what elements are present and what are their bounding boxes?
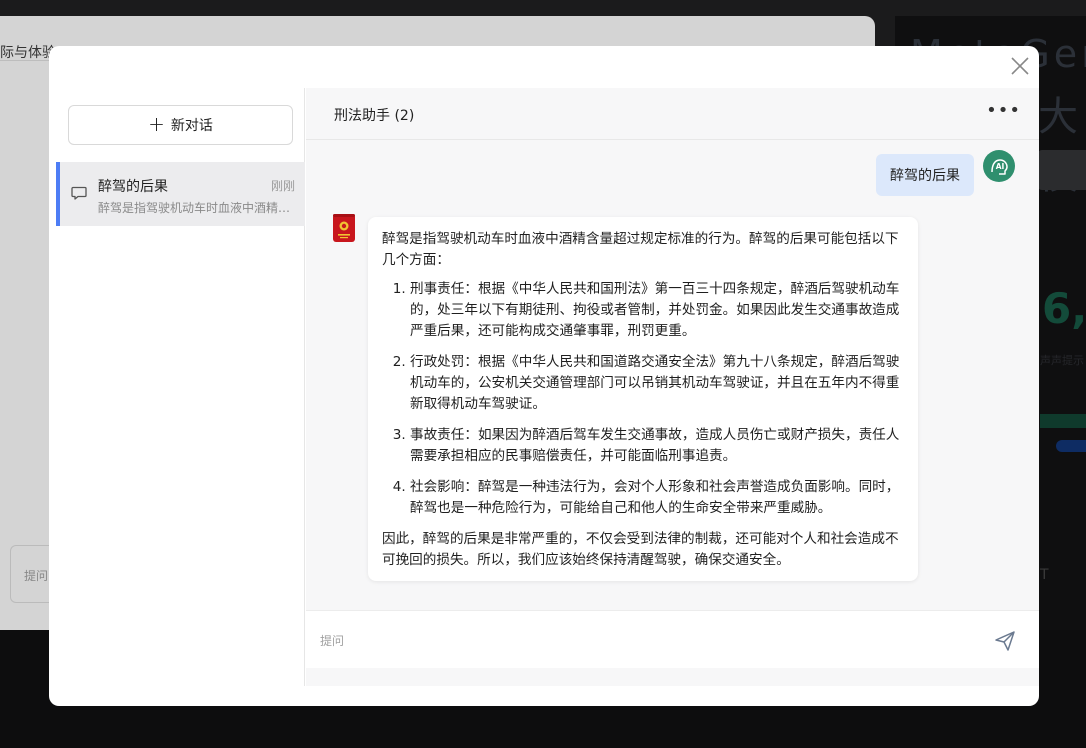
- conversation-item[interactable]: 醉驾的后果 刚刚 醉驾是指驾驶机动车时血液中酒精含量超过规定标准的行为。: [56, 162, 305, 226]
- user-avatar-label: AI: [996, 162, 1005, 171]
- background-input-placeholder: 提问: [24, 569, 49, 583]
- more-icon: •••: [986, 100, 1021, 121]
- chat-title: 刑法助手 (2): [334, 108, 415, 124]
- background-right-number: 6,8: [1042, 284, 1086, 333]
- background-right-box: [1038, 150, 1086, 190]
- chat-modal: + 新对话 醉驾的后果 刚刚 醉驾是指驾驶机动车时血液中酒精含量超过规定标准的行…: [49, 46, 1039, 706]
- more-options-button[interactable]: •••: [986, 102, 1021, 120]
- bot-message-point: 刑事责任：根据《中华人民共和国刑法》第一百三十四条规定，醉酒后驾驶机动车的，处三…: [410, 279, 904, 342]
- chat-bubble-icon: [71, 186, 87, 200]
- bot-message-point: 社会影响：醉驾是一种违法行为，会对个人形象和社会声誉造成负面影响。同时，醉驾也是…: [410, 477, 904, 519]
- user-avatar-icon: AI: [983, 150, 1015, 182]
- background-tab-text: 际与体验: [0, 45, 56, 61]
- background-right-letter: T: [1040, 567, 1049, 583]
- close-button[interactable]: [1007, 53, 1033, 79]
- new-chat-label: 新对话: [170, 118, 213, 134]
- conversation-title: 醉驾的后果: [98, 179, 168, 195]
- chat-input-area: [306, 610, 1039, 668]
- send-button[interactable]: [993, 629, 1017, 653]
- bot-message-conclusion: 因此，醉驾的后果是非常严重的，不仅会受到法律的制裁，还可能对个人和社会造成不可挽…: [382, 531, 899, 568]
- chat-header: 刑法助手 (2) •••: [306, 88, 1039, 140]
- new-chat-button[interactable]: + 新对话: [68, 105, 293, 145]
- close-icon: [1011, 57, 1029, 75]
- background-right-small-text: 声声提示: [1040, 354, 1084, 367]
- bot-message-list: 刑事责任：根据《中华人民共和国刑法》第一百三十四条规定，醉酒后驾驶机动车的，处三…: [410, 279, 904, 519]
- plus-icon: +: [148, 112, 165, 136]
- chat-main: 刑法助手 (2) ••• 醉驾的后果 AI 醉驾是指驾驶机动车时血液中酒精含量超…: [306, 88, 1039, 686]
- send-icon: [995, 631, 1015, 651]
- conversation-time: 刚刚: [270, 179, 295, 193]
- question-input[interactable]: [320, 629, 960, 653]
- background-right-green-bar: [1040, 414, 1086, 428]
- bot-message-intro: 醉驾是指驾驶机动车时血液中酒精含量超过规定标准的行为。醉驾的后果可能包括以下几个…: [382, 231, 899, 268]
- court-emblem-icon: [333, 214, 355, 242]
- conversation-sidebar: + 新对话 醉驾的后果 刚刚 醉驾是指驾驶机动车时血液中酒精含量超过规定标准的行…: [49, 88, 305, 686]
- conversation-preview: 醉驾是指驾驶机动车时血液中酒精含量超过规定标准的行为。: [98, 201, 294, 215]
- background-right-blue-pill: [1056, 440, 1086, 452]
- user-message: 醉驾的后果: [876, 154, 974, 196]
- user-message-text: 醉驾的后果: [890, 168, 960, 184]
- bot-message-point: 事故责任：如果因为醉酒后驾车发生交通事故，造成人员伤亡或财产损失，责任人需要承担…: [410, 425, 904, 467]
- bot-message: 醉驾是指驾驶机动车时血液中酒精含量超过规定标准的行为。醉驾的后果可能包括以下几个…: [368, 217, 918, 581]
- bot-message-point: 行政处罚：根据《中华人民共和国道路交通安全法》第九十八条规定，醉酒后驾驶机动车的…: [410, 352, 904, 415]
